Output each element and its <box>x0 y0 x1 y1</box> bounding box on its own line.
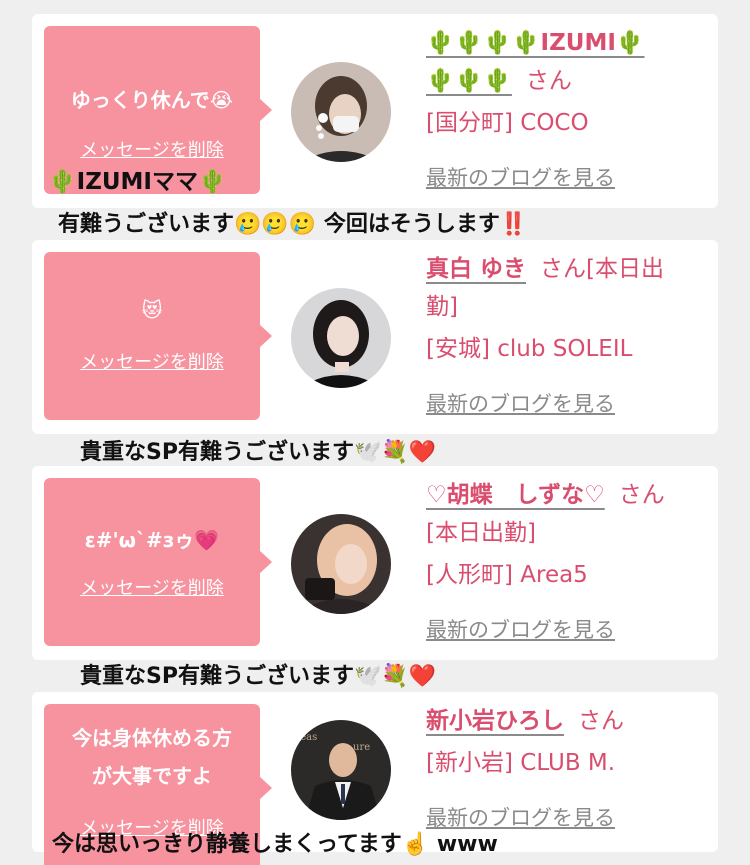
avatar-photo <box>291 62 391 162</box>
sender-name-link-continued[interactable]: 🌵🌵🌵 <box>426 68 512 94</box>
avatar-photo: leas ure <box>291 720 391 820</box>
honorific: さん <box>525 68 572 94</box>
avatar[interactable] <box>291 514 391 614</box>
latest-blog-link[interactable]: 最新のブログを見る <box>426 614 615 644</box>
avatar-photo <box>291 514 391 614</box>
sender-name-link[interactable]: ♡胡蝶 しずな♡ <box>426 482 605 508</box>
reply-text: 貴重なSP有難うございます🕊️💐❤️ <box>80 440 437 465</box>
sender-info: ♡胡蝶 しずな♡ さん [本日出勤] [人形町] Area5 <box>426 476 710 594</box>
avatar-photo <box>291 288 391 388</box>
shop-label: [新小岩] CLUB M. <box>426 750 616 776</box>
shop-label: [国分町] COCO <box>426 110 589 136</box>
work-status: 勤] <box>426 294 458 320</box>
work-status: [本日出勤] <box>426 520 536 546</box>
avatar[interactable] <box>291 288 391 388</box>
message-text: 😻 <box>141 298 163 322</box>
avatar[interactable] <box>291 62 391 162</box>
latest-blog-link[interactable]: 最新のブログを見る <box>426 162 615 192</box>
message-bubble: ε#'ω`#зゥ💗 メッセージを削除 <box>44 478 272 646</box>
avatar[interactable]: leas ure <box>291 720 391 820</box>
svg-text:leas: leas <box>297 732 317 743</box>
honorific: さん <box>618 482 665 508</box>
message-text: ε#'ω`#зゥ💗 <box>84 528 220 552</box>
reply-text: 貴重なSP有難うございます🕊️💐❤️ <box>80 664 437 689</box>
delete-message-link[interactable]: メッセージを削除 <box>44 574 260 600</box>
sender-name-link[interactable]: 真白 ゆき <box>426 256 526 282</box>
shop-label: [安城] club SOLEIL <box>426 336 633 362</box>
sender-signature: 🌵IZUMIママ🌵 <box>48 169 227 195</box>
delete-message-link[interactable]: メッセージを削除 <box>44 348 260 374</box>
message-text: 今は身体休める方 <box>72 726 232 750</box>
message-card: ε#'ω`#зゥ💗 メッセージを削除 ♡胡蝶 しずな♡ さん [本日出勤] [人形… <box>32 466 718 660</box>
sender-name-link[interactable]: 新小岩ひろし <box>426 708 564 734</box>
svg-text:ure: ure <box>353 742 370 753</box>
shop-label: [人形町] Area5 <box>426 562 588 588</box>
latest-blog-link[interactable]: 最新のブログを見る <box>426 388 615 418</box>
reply-text: 今は思いっきり静養しまくってます☝️ www <box>52 832 498 857</box>
message-bubble: 😻 メッセージを削除 <box>44 252 272 420</box>
message-text: ゆっくり休んで😭 <box>70 88 234 112</box>
honorific: さん <box>578 708 624 734</box>
reply-text: 有難うございます🥲🥲🥲 今回はそうします‼️ <box>58 212 528 237</box>
delete-message-link[interactable]: メッセージを削除 <box>44 136 260 162</box>
sender-info: 🌵🌵🌵🌵IZUMI🌵 🌵🌵🌵 さん [国分町] COCO <box>426 24 710 142</box>
honorific: さん[本日出 <box>540 256 664 282</box>
sender-info: 新小岩ひろし さん [新小岩] CLUB M. <box>426 702 710 782</box>
sender-info: 真白 ゆき さん[本日出 勤] [安城] club SOLEIL <box>426 250 710 368</box>
message-text-continued: が大事ですよ <box>92 764 212 788</box>
sender-name-link[interactable]: 🌵🌵🌵🌵IZUMI🌵 <box>426 30 645 56</box>
message-card: 😻 メッセージを削除 真白 ゆき さん[本日出 勤] [安城] club SOLE… <box>32 240 718 434</box>
